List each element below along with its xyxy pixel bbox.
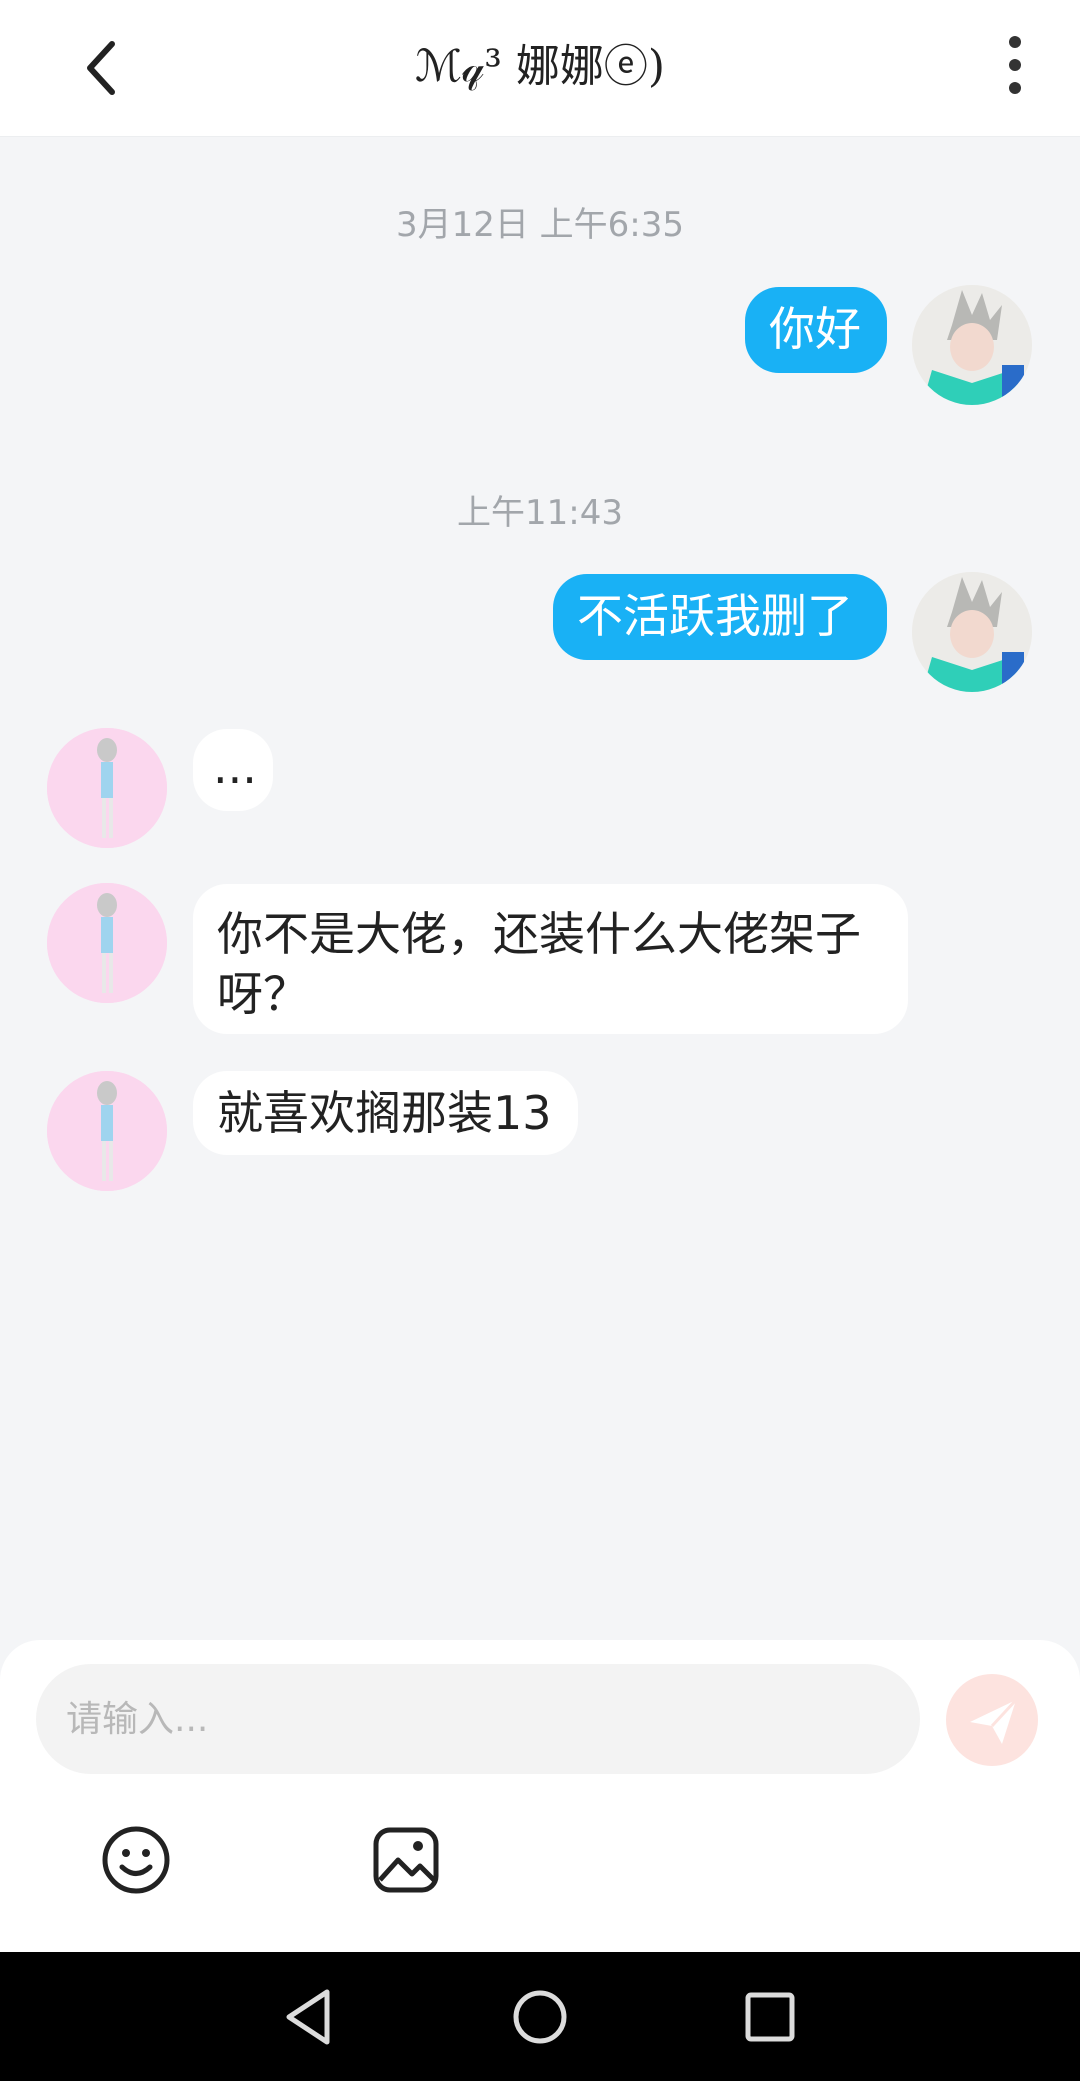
- message-bubble-contact[interactable]: 你不是大佬，还装什么大佬架子呀？: [193, 884, 908, 1034]
- message-input[interactable]: [36, 1664, 920, 1774]
- timestamp: 3月12日 上午6:35: [395, 205, 685, 245]
- emoji-icon[interactable]: [100, 1824, 172, 1896]
- contact-avatar[interactable]: [47, 728, 167, 848]
- message-bubble-contact[interactable]: 就喜欢搁那装13: [193, 1071, 578, 1155]
- message-bubble-contact[interactable]: ...: [193, 729, 273, 811]
- nav-recents-icon[interactable]: [735, 1982, 805, 2052]
- chat-title: ℳ𝓆³ 娜娜ⓔ): [414, 41, 666, 92]
- image-icon[interactable]: [370, 1824, 442, 1896]
- nav-home-icon[interactable]: [505, 1982, 575, 2052]
- nav-back-icon[interactable]: [275, 1982, 345, 2052]
- my-avatar[interactable]: [912, 572, 1032, 692]
- more-options-icon[interactable]: [990, 30, 1040, 100]
- send-button[interactable]: [946, 1674, 1038, 1766]
- message-bubble-me[interactable]: 你好: [745, 287, 887, 373]
- chat-header: ℳ𝓆³ 娜娜ⓔ): [0, 0, 1080, 137]
- system-navigation-bar: [0, 1952, 1080, 2081]
- my-avatar[interactable]: [912, 285, 1032, 405]
- message-bubble-me[interactable]: 不活跃我删了: [553, 574, 887, 660]
- send-icon: [970, 1698, 1018, 1744]
- message-composer: [0, 1640, 1080, 1952]
- contact-avatar[interactable]: [47, 883, 167, 1003]
- timestamp: 上午11:43: [457, 493, 623, 533]
- contact-avatar[interactable]: [47, 1071, 167, 1191]
- message-list[interactable]: 3月12日 上午6:35 你好 上午11:43 不活跃我删了 ... 你不是大佬…: [0, 137, 1080, 1637]
